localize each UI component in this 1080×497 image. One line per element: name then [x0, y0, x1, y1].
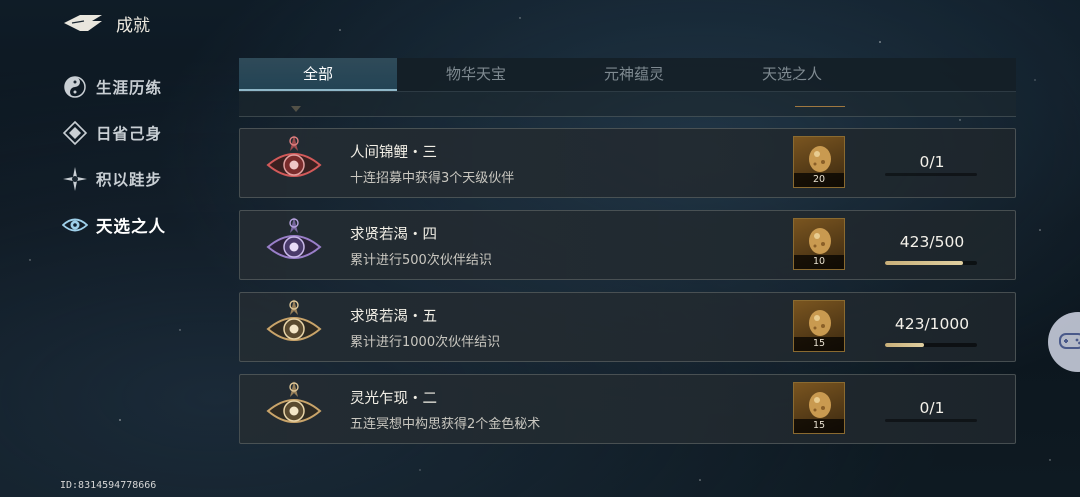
- achievement-name: 灵光乍现・二: [350, 391, 437, 407]
- reward-quantity: 20: [794, 173, 844, 187]
- tab-all[interactable]: 全部: [239, 58, 397, 91]
- egg-icon: [809, 310, 831, 336]
- egg-icon: [809, 392, 831, 418]
- eye-badge-icon: [266, 381, 322, 423]
- eye-badge-icon: [266, 217, 322, 259]
- achievement-card: 求贤若渴・五 累计进行1000次伙伴结识 15 423/1000: [239, 292, 1016, 362]
- reward-item[interactable]: 15: [793, 300, 845, 352]
- tab-chosen[interactable]: 天选之人: [713, 58, 871, 91]
- back-arrow-icon[interactable]: [62, 12, 104, 34]
- tab-treasures[interactable]: 物华天宝: [397, 58, 555, 91]
- progress-text: 423/500: [899, 233, 965, 251]
- achievement-desc: 累计进行1000次伙伴结识: [350, 335, 501, 350]
- sidebar-item-steps[interactable]: 积以跬步: [62, 156, 222, 202]
- sidebar-item-label: 日省己身: [96, 124, 163, 143]
- eye-badge-icon: [266, 299, 322, 341]
- progress-bar: [885, 261, 977, 265]
- sidebar: 生涯历练 日省己身 积以跬步 天选之人: [62, 64, 222, 248]
- achievement-name: 人间锦鲤・三: [350, 145, 437, 161]
- achievement-card: 灵光乍现・二 五连冥想中构思获得2个金色秘术 15 0/1: [239, 374, 1016, 444]
- eye-badge-icon: [266, 135, 322, 177]
- reward-item[interactable]: 20: [793, 136, 845, 188]
- progress-text: 423/1000: [894, 315, 970, 333]
- egg-icon: [809, 228, 831, 254]
- achievement-desc: 五连冥想中构思获得2个金色秘术: [350, 417, 541, 432]
- reward-quantity: 10: [794, 255, 844, 269]
- user-id: ID:8314594778666: [60, 480, 157, 491]
- progress-text: 0/1: [919, 153, 945, 171]
- achievement-desc: 十连招募中获得3个天级伙伴: [350, 171, 515, 186]
- sidebar-item-label: 天选之人: [96, 217, 166, 236]
- compass-star-icon: [63, 167, 87, 191]
- progress-bar: [885, 419, 977, 422]
- floating-assist-button[interactable]: [1048, 312, 1080, 372]
- achievement-list[interactable]: 人间锦鲤・三 十连招募中获得3个天级伙伴 20 0/1 求贤若渴・四 累计进行5…: [239, 92, 1016, 457]
- achievement-card: 求贤若渴・四 累计进行500次伙伴结识 10 423/500: [239, 210, 1016, 280]
- progress-bar: [885, 173, 977, 176]
- sidebar-item-career[interactable]: 生涯历练: [62, 64, 222, 110]
- gamepad-icon: [1059, 333, 1080, 349]
- achievement-name: 求贤若渴・四: [350, 227, 437, 243]
- achievement-desc: 累计进行500次伙伴结识: [350, 253, 492, 268]
- sidebar-item-daily[interactable]: 日省己身: [62, 110, 222, 156]
- achievement-name: 求贤若渴・五: [350, 309, 437, 325]
- diamond-icon: [62, 120, 88, 146]
- reward-item[interactable]: 10: [793, 218, 845, 270]
- reward-quantity: 15: [794, 337, 844, 351]
- progress-bar: [885, 343, 977, 347]
- achievement-card: 人间锦鲤・三 十连招募中获得3个天级伙伴 20 0/1: [239, 128, 1016, 198]
- header: 成就: [62, 10, 150, 36]
- reward-item[interactable]: 15: [793, 382, 845, 434]
- tab-spirit[interactable]: 元神蕴灵: [555, 58, 713, 91]
- previous-card-edge: [239, 92, 1016, 117]
- reward-quantity: 15: [794, 419, 844, 433]
- sidebar-item-label: 生涯历练: [96, 78, 163, 97]
- category-tabs: 全部 物华天宝 元神蕴灵 天选之人: [239, 58, 1016, 92]
- page-title: 成就: [116, 15, 150, 36]
- sidebar-item-chosen[interactable]: 天选之人: [62, 202, 222, 248]
- progress-text: 0/1: [919, 399, 945, 417]
- yin-yang-icon: [64, 76, 86, 98]
- eye-icon: [62, 218, 88, 232]
- sidebar-item-label: 积以跬步: [96, 170, 163, 189]
- egg-icon: [809, 146, 831, 172]
